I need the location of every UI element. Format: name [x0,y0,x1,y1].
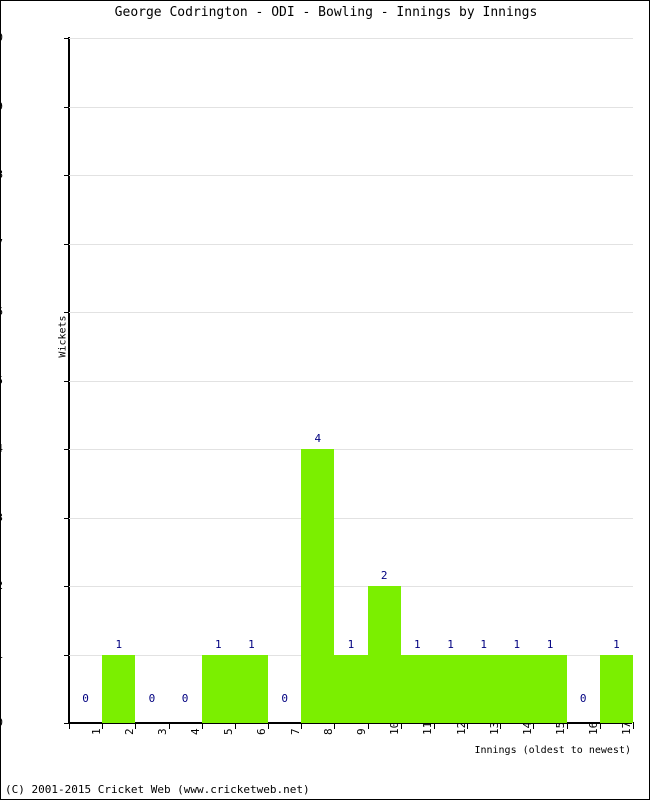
bar [467,654,501,723]
gridline [69,517,633,519]
x-tick-label: 9 [355,728,368,735]
x-tick-mark [368,723,369,729]
x-tick-mark [202,723,203,729]
y-tick-label: 3 [0,512,3,523]
y-tick-label: 7 [0,238,3,249]
x-tick-label: 3 [155,728,169,735]
bar [234,654,269,723]
y-tick-label: 8 [0,169,3,180]
bar-value-label: 0 [82,692,89,705]
copyright-footer: (C) 2001-2015 Cricket Web (www.cricketwe… [5,783,310,796]
bar [599,654,633,723]
x-tick-mark [567,723,568,729]
bar-value-label: 1 [447,637,454,651]
y-tick-mark [64,654,69,656]
bar [433,654,468,723]
bar [301,449,335,723]
x-tick-label: 10 [388,721,402,735]
x-tick-label: 1 [89,728,103,735]
bar-value-label: 0 [579,692,587,705]
bar-value-label: 1 [347,637,355,651]
x-tick-mark [235,723,236,729]
x-tick-label: 6 [255,728,269,735]
gridline [69,312,633,313]
bar-value-label: 0 [148,692,156,705]
x-tick-mark [169,723,170,729]
bar [367,586,401,723]
x-tick-label: 8 [321,728,335,735]
y-tick-mark [64,517,69,519]
bar-value-label: 1 [115,637,123,651]
y-tick-label: 5 [0,375,3,386]
gridline [69,243,633,245]
gridline [69,380,633,382]
x-tick-mark [434,723,435,729]
bar [500,654,534,723]
x-tick-label: 4 [189,728,203,735]
bar-value-label: 1 [613,637,620,651]
y-tick-label: 10 [0,32,3,43]
x-tick-label: 5 [222,728,236,735]
y-tick-label: 0 [0,717,3,728]
gridline [69,175,633,176]
x-tick-mark [268,723,269,729]
y-tick-mark [64,175,69,176]
y-tick-mark [64,312,69,313]
gridline [69,106,633,108]
x-axis-title: Innings (oldest to newest) [474,745,631,756]
y-axis-title: Wickets [57,315,69,358]
x-tick-mark [600,723,601,729]
bar-value-label: 0 [181,692,189,705]
x-tick-label: 15 [554,721,568,735]
x-tick-mark [401,723,402,729]
gridline [69,586,633,587]
x-tick-label: 13 [487,721,501,735]
gridline [69,449,633,450]
x-tick-label: 14 [520,721,534,735]
y-tick-label: 6 [0,306,3,317]
bar-value-label: 4 [314,432,322,445]
y-tick-label: 1 [0,649,3,660]
y-tick-label: 2 [0,580,3,591]
y-tick-mark [64,106,69,108]
bar [334,654,368,723]
chart-title: George Codrington - ODI - Bowling - Inni… [114,5,538,20]
y-tick-mark [64,449,69,450]
x-tick-label: 12 [454,721,468,735]
gridline [69,38,633,39]
x-tick-label: 7 [288,728,302,735]
y-tick-label: 4 [0,443,3,454]
bar-value-label: 0 [281,692,288,705]
bar-value-label: 1 [480,637,487,651]
y-tick-mark [64,243,69,245]
y-tick-mark [64,380,69,382]
x-tick-mark [633,723,634,729]
bar [400,654,434,723]
bar-value-label: 1 [248,637,255,651]
x-tick-label: 17 [620,721,634,735]
bar-value-label: 1 [513,637,521,651]
bar [201,654,235,723]
x-tick-label: 16 [587,721,601,735]
bar-value-label: 1 [414,637,421,651]
y-tick-label: 9 [0,101,3,112]
bar-value-label: 2 [380,569,388,582]
bar-value-label: 1 [214,637,222,651]
chart-container: George Codrington - ODI - Bowling - Inni… [0,0,650,800]
plot-area: 1 2 3 4 5 6 7 8 9 10 11 12 13 14 15 16 17 01001104121111… [64,38,634,735]
x-tick-mark [69,723,70,729]
y-tick-mark [64,586,69,587]
x-tick-label: 2 [122,728,136,735]
y-tick-mark [64,38,69,39]
bar-value-label: 1 [546,637,554,651]
bar [102,654,136,723]
bar [533,654,567,723]
x-tick-label: 11 [421,721,435,735]
